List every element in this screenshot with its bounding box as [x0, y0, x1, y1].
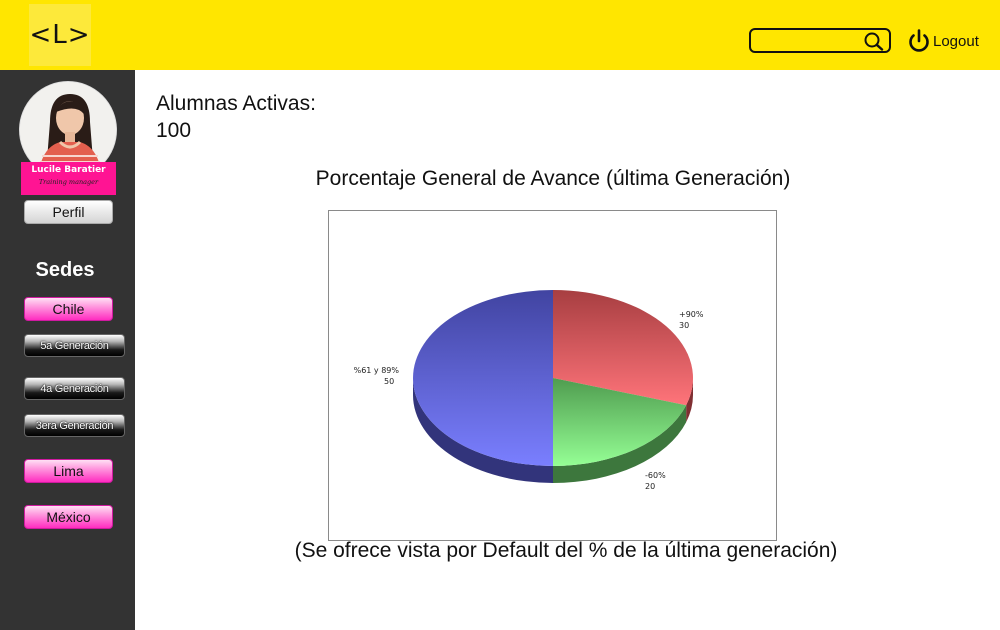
pie-value-label: 30	[679, 321, 689, 330]
active-students-label: Alumnas Activas:	[156, 92, 316, 115]
sede-chile-button[interactable]: Chile	[24, 297, 113, 321]
sede-label: Lima	[53, 463, 84, 479]
generation-label: 3era Generación	[35, 419, 114, 432]
sede-label: México	[46, 509, 91, 525]
sedes-heading: Sedes	[35, 259, 95, 281]
chart-title: Porcentaje General de Avance (última Gen…	[315, 167, 791, 190]
pie-label: +90%	[679, 310, 704, 319]
logo-text: <L>	[29, 20, 91, 50]
profile-namecard: Lucile Baratier Training manager	[21, 162, 116, 195]
sede-label: Chile	[52, 301, 85, 317]
search-icon[interactable]	[863, 31, 885, 51]
generation-4a-button[interactable]: 4a Generación	[24, 377, 125, 400]
top-bar: <L> Logout	[0, 0, 1000, 70]
generation-5a-button[interactable]: 5a Generación	[24, 334, 125, 357]
generation-label: 5a Generación	[40, 339, 109, 352]
pie-label: %61 y 89%	[354, 366, 400, 375]
search-input[interactable]	[757, 32, 865, 49]
pie-chart: +90% 30 -60% 20 %61 y 89% 50	[328, 210, 777, 541]
sidebar: Lucile Baratier Training manager Perfil …	[0, 70, 135, 630]
pie-chart-svg: +90% 30 -60% 20 %61 y 89% 50	[354, 290, 704, 491]
sede-mexico-button[interactable]: México	[24, 505, 113, 529]
perfil-button[interactable]: Perfil	[24, 200, 113, 224]
logo[interactable]: <L>	[29, 4, 91, 66]
profile-role: Training manager	[38, 178, 99, 186]
logout-button[interactable]: Logout	[906, 27, 979, 55]
default-view-note: (Se ofrece vista por Default del % de la…	[294, 539, 838, 562]
profile-name: Lucile Baratier	[31, 165, 106, 175]
search-box[interactable]	[749, 28, 891, 53]
generation-3era-button[interactable]: 3era Generación	[24, 414, 125, 437]
logout-label: Logout	[933, 32, 979, 50]
perfil-label: Perfil	[52, 204, 85, 220]
active-students-value: 100	[156, 119, 192, 142]
sede-lima-button[interactable]: Lima	[24, 459, 113, 483]
generation-label: 4a Generación	[40, 382, 109, 395]
pie-value-label: 20	[645, 482, 655, 491]
pie-label: -60%	[645, 471, 666, 480]
pie-value-label: 50	[384, 377, 394, 386]
power-icon	[909, 29, 929, 52]
